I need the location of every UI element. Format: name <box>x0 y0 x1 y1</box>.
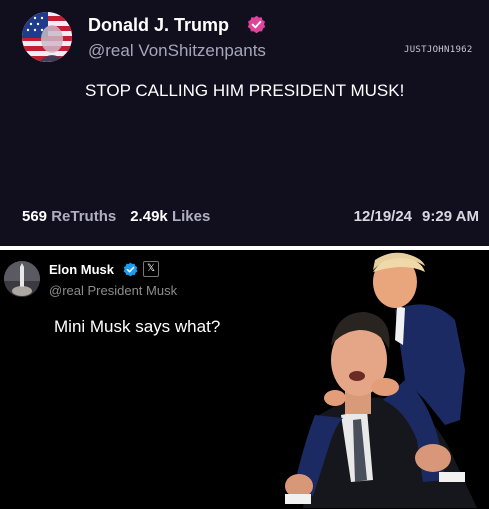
post-text: Mini Musk says what? <box>54 317 221 336</box>
retruths-label: ReTruths <box>51 208 117 225</box>
x-affiliate-icon: 𝕏 <box>143 261 159 277</box>
display-name[interactable]: Donald J. Trump <box>88 15 229 36</box>
retruths-count: 569 <box>22 208 48 225</box>
truth-post: Donald J. Trump @real VonShitzenpants JU… <box>0 0 489 246</box>
post-stats: 569 ReTruths 2.49k Likes <box>22 208 210 225</box>
post-time: 9:29 AM <box>422 208 479 225</box>
likes-label: Likes <box>171 208 211 225</box>
post-text: STOP CALLING HIM PRESIDENT MUSK! <box>85 81 405 100</box>
likes-count: 2.49k <box>130 208 168 225</box>
avatar[interactable] <box>4 261 40 297</box>
retruths-stat[interactable]: 569 ReTruths <box>22 208 116 225</box>
rocket-launch-avatar-image <box>4 261 40 297</box>
handle[interactable]: @real President Musk <box>49 283 177 298</box>
avatar[interactable] <box>22 12 72 62</box>
likes-stat[interactable]: 2.49k Likes <box>130 208 210 225</box>
handle[interactable]: @real VonShitzenpants <box>88 41 266 61</box>
watermark: JUSTJOHN1962 <box>404 45 473 55</box>
post-timestamp[interactable]: 12/19/24 9:29 AM <box>354 208 479 225</box>
flag-portrait-avatar-image <box>22 12 72 62</box>
x-post: Elon Musk 𝕏 @real President Musk Mini Mu… <box>0 250 489 509</box>
verified-badge-icon <box>247 15 266 34</box>
shoulder-ride-photo <box>285 252 477 508</box>
post-date: 12/19/24 <box>353 208 413 225</box>
verified-badge-icon <box>123 262 138 277</box>
display-name[interactable]: Elon Musk <box>49 262 114 277</box>
